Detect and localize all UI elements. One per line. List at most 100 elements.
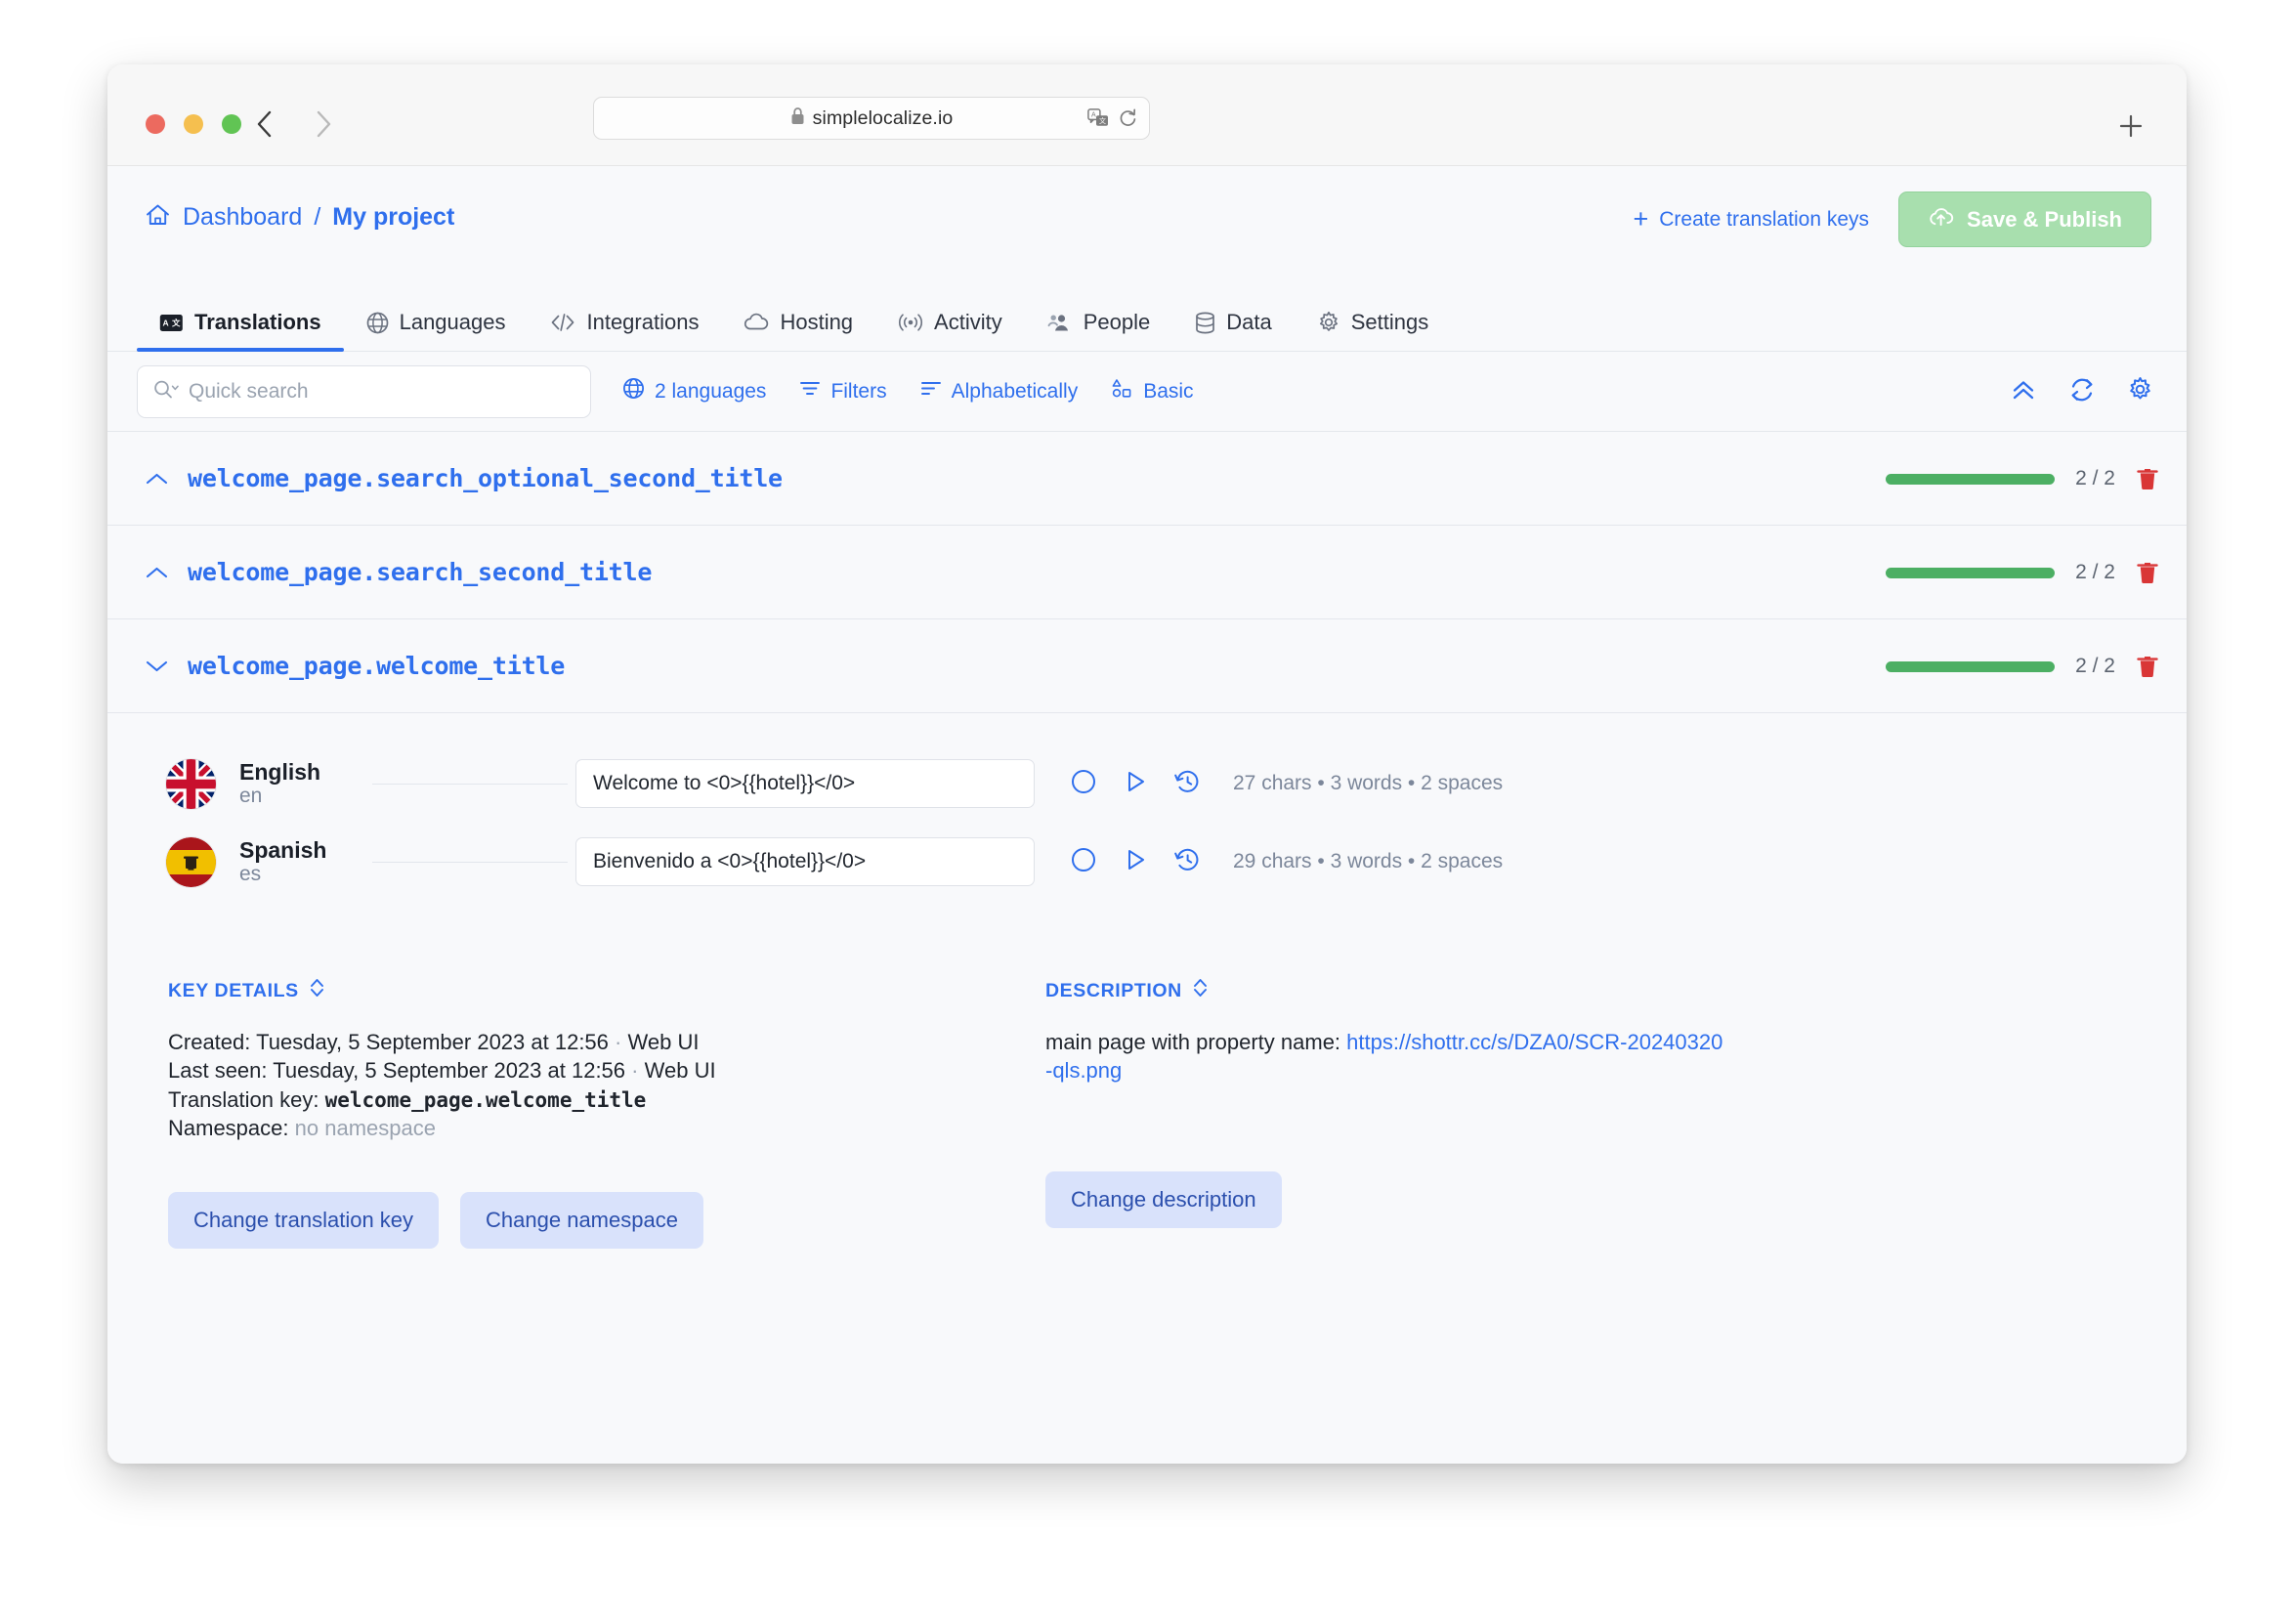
- tab-hosting[interactable]: Hosting: [721, 310, 875, 351]
- save-and-publish-button[interactable]: Save & Publish: [1898, 191, 2151, 247]
- description-heading[interactable]: DESCRIPTION: [1045, 977, 2187, 1004]
- translation-row: English en 27 chars • 3 words •: [107, 744, 2187, 823]
- language-meta: English en: [239, 759, 364, 809]
- translation-value-input[interactable]: [575, 759, 1035, 808]
- view-mode-button[interactable]: Basic: [1111, 378, 1194, 404]
- window-traffic-lights: [146, 114, 241, 134]
- translation-key-row[interactable]: welcome_page.search_optional_second_titl…: [107, 432, 2187, 526]
- circle-icon[interactable]: [1071, 847, 1096, 877]
- sort-toggle-icon[interactable]: [1192, 977, 1209, 1004]
- create-translation-keys-label: Create translation keys: [1659, 207, 1870, 231]
- key-details-heading[interactable]: KEY DETAILS: [168, 977, 1045, 1004]
- back-arrow-icon[interactable]: [252, 107, 277, 141]
- translation-key-row[interactable]: welcome_page.welcome_title 2 / 2: [107, 619, 2187, 713]
- tab-label: People: [1083, 310, 1151, 334]
- change-description-button[interactable]: Change description: [1045, 1170, 1282, 1228]
- history-icon[interactable]: [1174, 769, 1200, 799]
- svg-text:A: A: [163, 318, 169, 327]
- chevron-up-icon[interactable]: [137, 564, 176, 581]
- main-tabs: A文 Translations Languages Integrations H…: [107, 291, 2187, 352]
- translation-key-name[interactable]: welcome_page.welcome_title: [188, 652, 565, 680]
- language-code: es: [239, 863, 262, 886]
- tab-people[interactable]: People: [1025, 310, 1173, 351]
- play-icon[interactable]: [1124, 847, 1147, 877]
- delete-key-button[interactable]: [2136, 560, 2159, 585]
- play-icon[interactable]: [1124, 769, 1147, 799]
- tab-settings[interactable]: Settings: [1295, 310, 1452, 351]
- address-bar-url: simplelocalize.io: [812, 106, 954, 129]
- toolbar-links: 2 languages Filters Alphabetically Basic: [622, 377, 1194, 405]
- people-icon: [1047, 312, 1073, 333]
- header-actions: + Create translation keys Save & Publish: [1633, 191, 2151, 247]
- chevron-down-icon[interactable]: [137, 658, 176, 675]
- quick-search-box[interactable]: [137, 364, 591, 418]
- translation-key-name[interactable]: welcome_page.search_optional_second_titl…: [188, 464, 783, 492]
- collapse-all-icon[interactable]: [2010, 377, 2037, 407]
- tab-activity[interactable]: Activity: [875, 310, 1025, 351]
- progress-bar: [1886, 473, 2056, 485]
- tab-translations[interactable]: A文 Translations: [137, 310, 344, 352]
- translate-page-icon[interactable]: A 文: [1087, 107, 1109, 133]
- reload-icon[interactable]: [1119, 107, 1137, 133]
- search-input[interactable]: [189, 379, 574, 404]
- translation-key-row[interactable]: welcome_page.search_second_title 2 / 2: [107, 526, 2187, 619]
- filter-icon: [799, 378, 821, 404]
- breadcrumb-current-project[interactable]: My project: [332, 203, 454, 232]
- sort-toggle-icon[interactable]: [309, 977, 325, 1004]
- cloud-upload-icon: [1928, 206, 1954, 234]
- translation-key-line: Translation key: welcome_page.welcome_ti…: [168, 1085, 1045, 1114]
- circle-icon[interactable]: [1071, 769, 1096, 799]
- browser-titlebar: simplelocalize.io A 文: [107, 64, 2187, 166]
- translation-stats: 27 chars • 3 words • 2 spaces: [1233, 772, 1504, 794]
- translation-count: 2 / 2: [2075, 467, 2115, 489]
- new-tab-button[interactable]: [2118, 113, 2144, 139]
- lock-icon: [790, 106, 805, 130]
- translation-key-name[interactable]: welcome_page.search_second_title: [188, 558, 652, 586]
- home-icon[interactable]: [145, 202, 171, 234]
- chevron-up-icon[interactable]: [137, 470, 176, 488]
- translation-count: 2 / 2: [2075, 655, 2115, 677]
- last-seen-value: Tuesday, 5 September 2023 at 12:56: [273, 1058, 626, 1084]
- svg-text:文: 文: [172, 318, 181, 327]
- browser-window: simplelocalize.io A 文 Dashboard / My pro…: [107, 64, 2187, 1464]
- minimize-window-button[interactable]: [184, 114, 203, 134]
- create-translation-keys-button[interactable]: + Create translation keys: [1633, 206, 1869, 233]
- languages-filter-button[interactable]: 2 languages: [622, 377, 766, 405]
- tab-label: Settings: [1350, 310, 1429, 334]
- description-column: DESCRIPTION main page with property name…: [1045, 977, 2187, 1249]
- history-icon[interactable]: [1174, 847, 1200, 877]
- close-window-button[interactable]: [146, 114, 165, 134]
- toolbar-link-label: Basic: [1143, 379, 1194, 403]
- separator-dot: ·: [615, 1030, 622, 1054]
- language-code: en: [239, 785, 263, 808]
- toolbar-link-label: 2 languages: [655, 379, 767, 403]
- maximize-window-button[interactable]: [222, 114, 241, 134]
- key-row-status: 2 / 2: [1886, 526, 2159, 619]
- breadcrumb-dashboard-link[interactable]: Dashboard: [183, 203, 302, 232]
- filters-button[interactable]: Filters: [799, 378, 887, 404]
- toolbar-link-label: Filters: [830, 379, 887, 403]
- breadcrumb: Dashboard / My project: [145, 200, 454, 234]
- translation-value-input[interactable]: [575, 837, 1035, 886]
- delete-key-button[interactable]: [2136, 654, 2159, 679]
- forward-arrow-icon[interactable]: [311, 107, 336, 141]
- change-translation-key-button[interactable]: Change translation key: [168, 1191, 440, 1249]
- code-brackets-icon: [550, 312, 575, 333]
- row-leader-line: [372, 861, 568, 863]
- breadcrumb-separator: /: [314, 203, 321, 231]
- globe-icon: [366, 312, 389, 334]
- tab-languages[interactable]: Languages: [344, 310, 529, 351]
- search-chevron-icon[interactable]: [153, 379, 180, 404]
- change-namespace-button[interactable]: Change namespace: [460, 1191, 703, 1249]
- svg-text:文: 文: [1099, 116, 1106, 125]
- settings-gear-icon[interactable]: [2127, 376, 2153, 407]
- address-bar[interactable]: simplelocalize.io A 文: [593, 97, 1150, 140]
- sort-order-button[interactable]: Alphabetically: [920, 378, 1078, 404]
- translation-key-value: welcome_page.welcome_title: [324, 1087, 647, 1112]
- tab-data[interactable]: Data: [1172, 310, 1294, 351]
- tab-integrations[interactable]: Integrations: [528, 310, 721, 351]
- refresh-icon[interactable]: [2068, 377, 2096, 407]
- translation-stats: 29 chars • 3 words • 2 spaces: [1233, 850, 1504, 872]
- last-seen-source: Web UI: [644, 1058, 716, 1084]
- delete-key-button[interactable]: [2136, 466, 2159, 491]
